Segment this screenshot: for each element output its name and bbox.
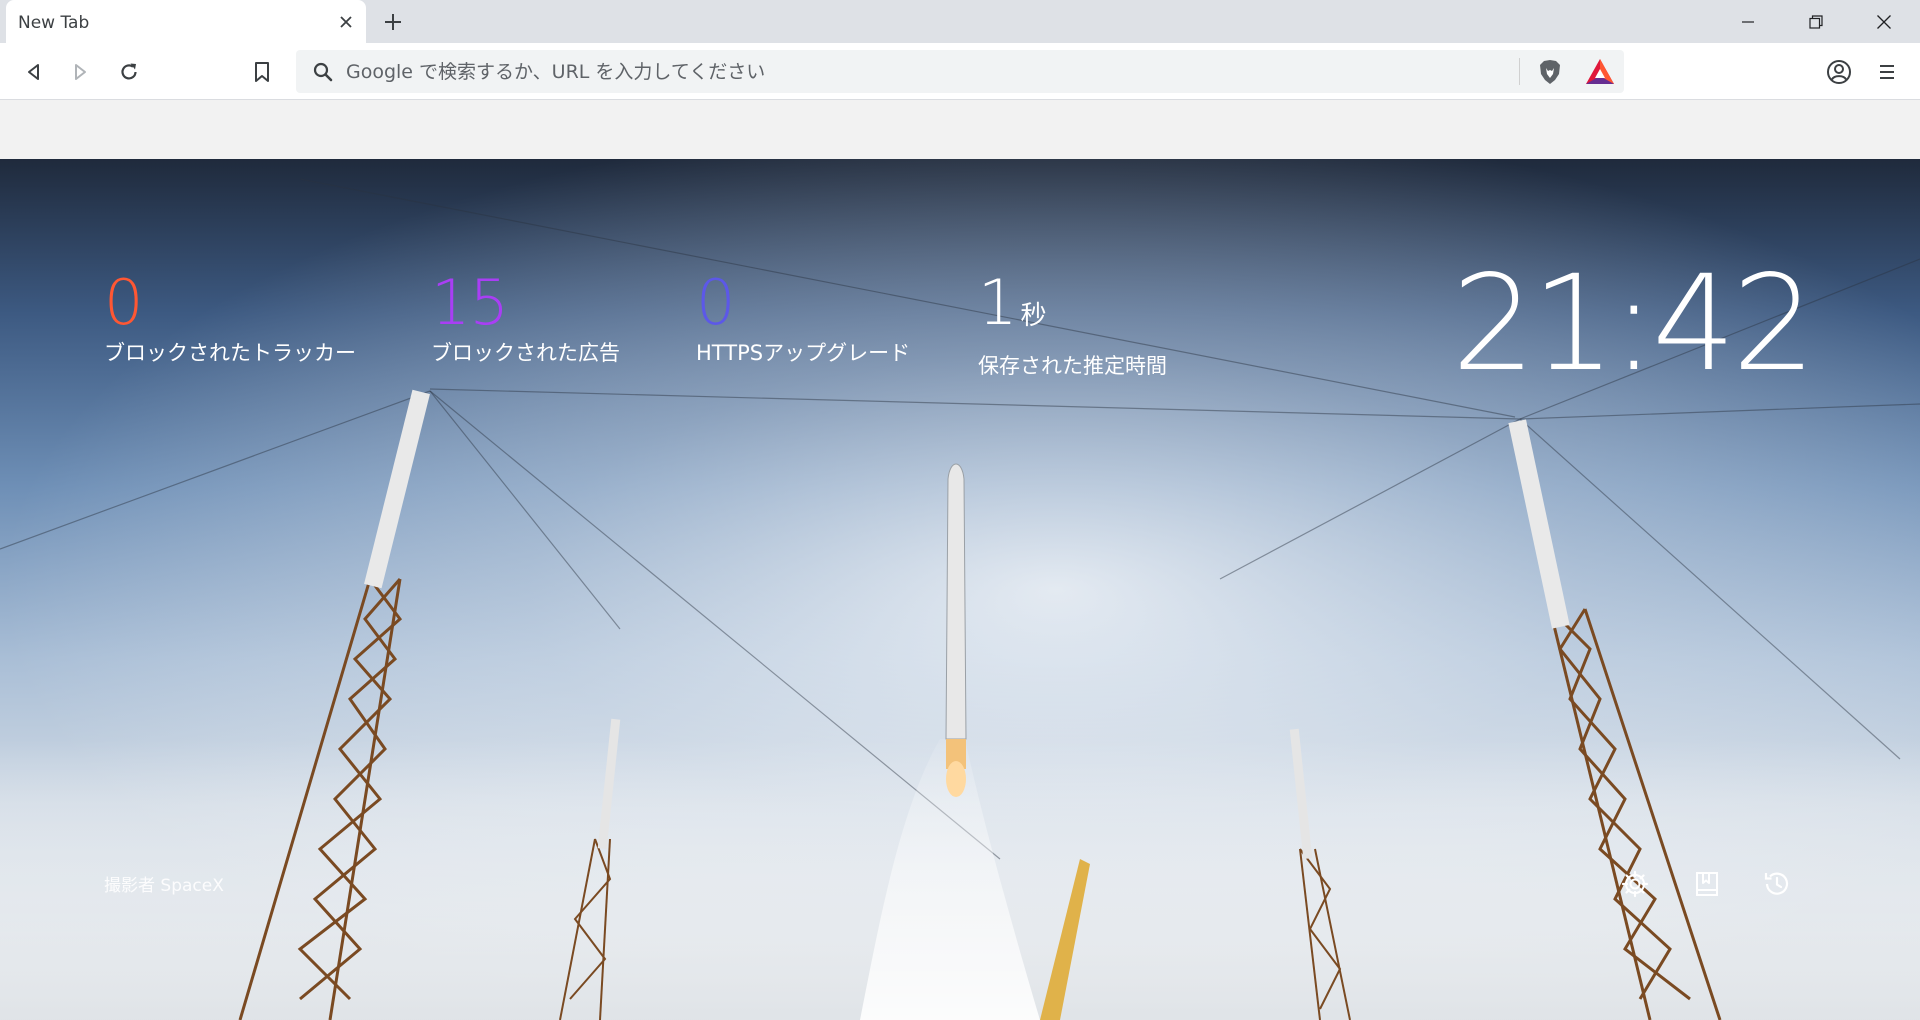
brave-shields-icon: [1540, 60, 1560, 84]
bookmarks-button[interactable]: [1688, 865, 1726, 903]
history-button[interactable]: [1758, 865, 1796, 903]
search-icon: [312, 61, 334, 83]
rewards-button[interactable]: [1583, 56, 1617, 88]
stat-https-upgrades: 0 HTTPSアップグレード: [696, 271, 910, 367]
close-icon: [1877, 14, 1891, 29]
stat-https-label: HTTPSアップグレード: [696, 341, 911, 365]
stat-ads-label: ブロックされた広告: [431, 341, 620, 365]
restore-icon: [1809, 14, 1823, 29]
profile-icon: [1827, 60, 1851, 84]
settings-button[interactable]: [1616, 865, 1654, 903]
stat-ads-value: 15: [431, 266, 509, 339]
gear-icon: [1621, 870, 1649, 898]
stat-ads-blocked: 15 ブロックされた広告: [431, 271, 620, 367]
stat-time-saved: 1秒 保存された推定時間: [978, 271, 1167, 380]
stat-trackers-value: 0: [104, 266, 143, 339]
bookmark-button[interactable]: [245, 55, 279, 89]
reload-icon: [121, 63, 137, 80]
tab-new-tab[interactable]: New Tab: [6, 0, 366, 43]
new-tab-page: 0 ブロックされたトラッカー 15 ブロックされた広告 0 HTTPSアップグレ…: [0, 159, 1920, 1020]
bookmark-icon: [255, 62, 269, 82]
omnibox-input[interactable]: [346, 50, 1496, 93]
back-icon: [28, 64, 39, 80]
omnibox-divider: [1519, 58, 1520, 85]
forward-button[interactable]: [63, 55, 97, 89]
stat-time-unit: 秒: [1020, 301, 1046, 331]
restore-button[interactable]: [1782, 0, 1850, 43]
menu-icon: [1880, 65, 1894, 79]
reload-button[interactable]: [112, 55, 146, 89]
photo-credit: 撮影者 SpaceX: [104, 876, 224, 896]
minimize-button[interactable]: [1714, 0, 1782, 43]
close-window-button[interactable]: [1850, 0, 1918, 43]
omnibox[interactable]: [296, 50, 1624, 93]
bookmarks-icon: [1696, 872, 1718, 896]
tab-title: New Tab: [18, 13, 90, 33]
close-icon: [340, 16, 352, 28]
clock: 21:42: [1451, 247, 1816, 401]
stat-time-value: 1: [978, 266, 1017, 339]
bat-rewards-icon: [1586, 59, 1614, 84]
stat-https-value: 0: [696, 266, 735, 339]
rocket: [945, 463, 967, 797]
tab-close-button[interactable]: [336, 12, 356, 32]
stat-time-label: 保存された推定時間: [978, 354, 1167, 378]
stat-time-value-wrap: 1秒: [978, 271, 1167, 348]
stat-trackers-label: ブロックされたトラッカー: [104, 341, 356, 365]
back-button[interactable]: [17, 55, 51, 89]
history-icon: [1764, 872, 1789, 895]
tab-strip: New Tab: [0, 0, 1920, 43]
plus-icon: [385, 14, 401, 30]
forward-icon: [75, 64, 86, 80]
brave-shields-button[interactable]: [1535, 57, 1565, 87]
bookmarks-bar: [0, 100, 1920, 159]
minimize-icon: [1742, 20, 1754, 23]
profile-button[interactable]: [1822, 55, 1856, 89]
menu-button[interactable]: [1870, 55, 1904, 89]
new-tab-button[interactable]: [380, 9, 406, 35]
toolbar: [0, 43, 1920, 100]
stat-trackers-blocked: 0 ブロックされたトラッカー: [104, 271, 356, 367]
